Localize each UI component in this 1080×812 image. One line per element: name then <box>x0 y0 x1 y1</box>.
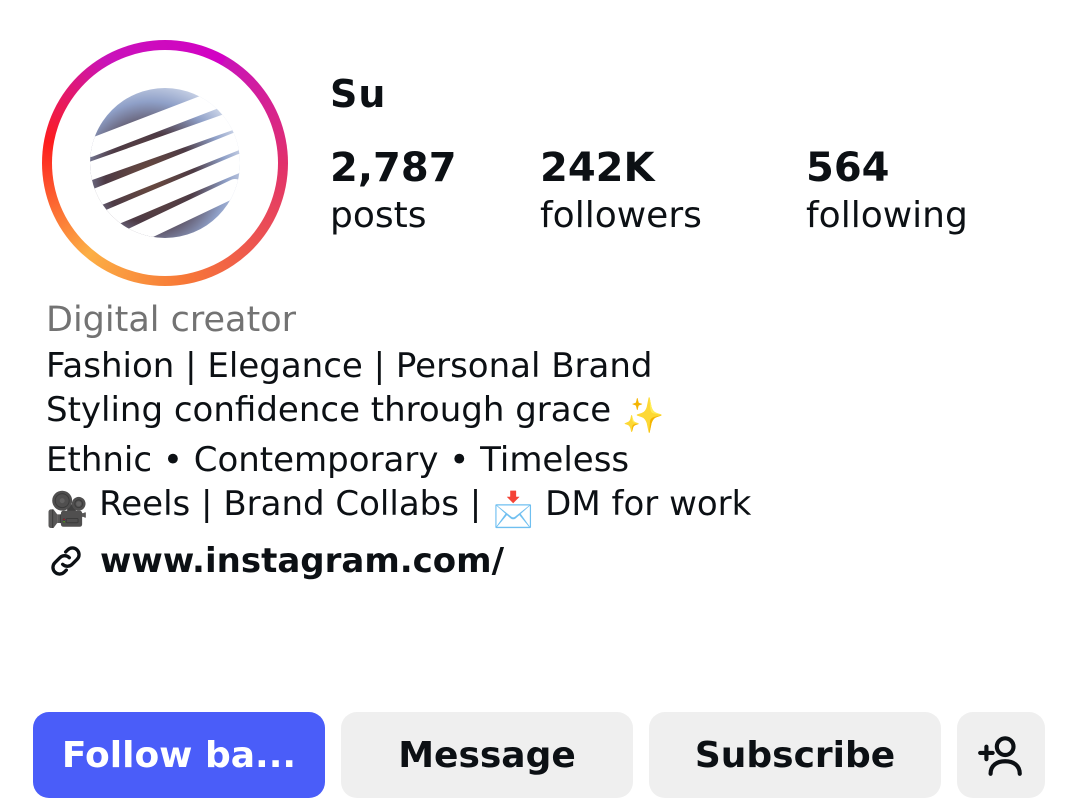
following-count: 564 <box>806 145 890 191</box>
redaction-scribble <box>90 89 240 238</box>
category-label: Digital creator <box>46 300 297 340</box>
add-user-button[interactable] <box>957 712 1045 798</box>
bio-line: Ethnic • Contemporary • Timeless <box>46 440 630 480</box>
posts-label: posts <box>330 195 427 236</box>
subscribe-button[interactable]: Subscribe <box>649 712 941 798</box>
movie-camera-icon: 🎥 <box>46 490 89 530</box>
sparkles-icon: ✨ <box>622 396 665 436</box>
envelope-icon: 📩 <box>492 490 535 530</box>
username: Su <box>330 72 387 116</box>
posts-stat[interactable]: 2,787 posts <box>330 144 457 240</box>
followers-label: followers <box>540 195 702 236</box>
following-stat[interactable]: 564 following <box>806 144 968 240</box>
profile-bio: Digital creator Fashion | Elegance | Per… <box>46 296 1046 584</box>
followers-count: 242K <box>540 145 655 191</box>
following-label: following <box>806 195 968 236</box>
link-text: www.instagram.com/ <box>100 541 505 581</box>
message-button[interactable]: Message <box>341 712 633 798</box>
profile-avatar[interactable] <box>42 40 288 286</box>
bio-line: Styling confidence through grace ✨ <box>46 390 665 436</box>
link-icon <box>51 546 81 576</box>
posts-count: 2,787 <box>330 145 457 191</box>
profile-link[interactable]: www.instagram.com/ <box>46 538 1046 584</box>
add-person-icon <box>978 736 1022 776</box>
followers-stat[interactable]: 242K followers <box>540 144 702 240</box>
bio-line: Fashion | Elegance | Personal Brand <box>46 346 653 386</box>
follow-back-button[interactable]: Follow ba... <box>33 712 325 798</box>
avatar-image <box>90 88 240 238</box>
bio-line: 🎥 Reels | Brand Collabs | 📩 DM for work <box>46 484 752 530</box>
